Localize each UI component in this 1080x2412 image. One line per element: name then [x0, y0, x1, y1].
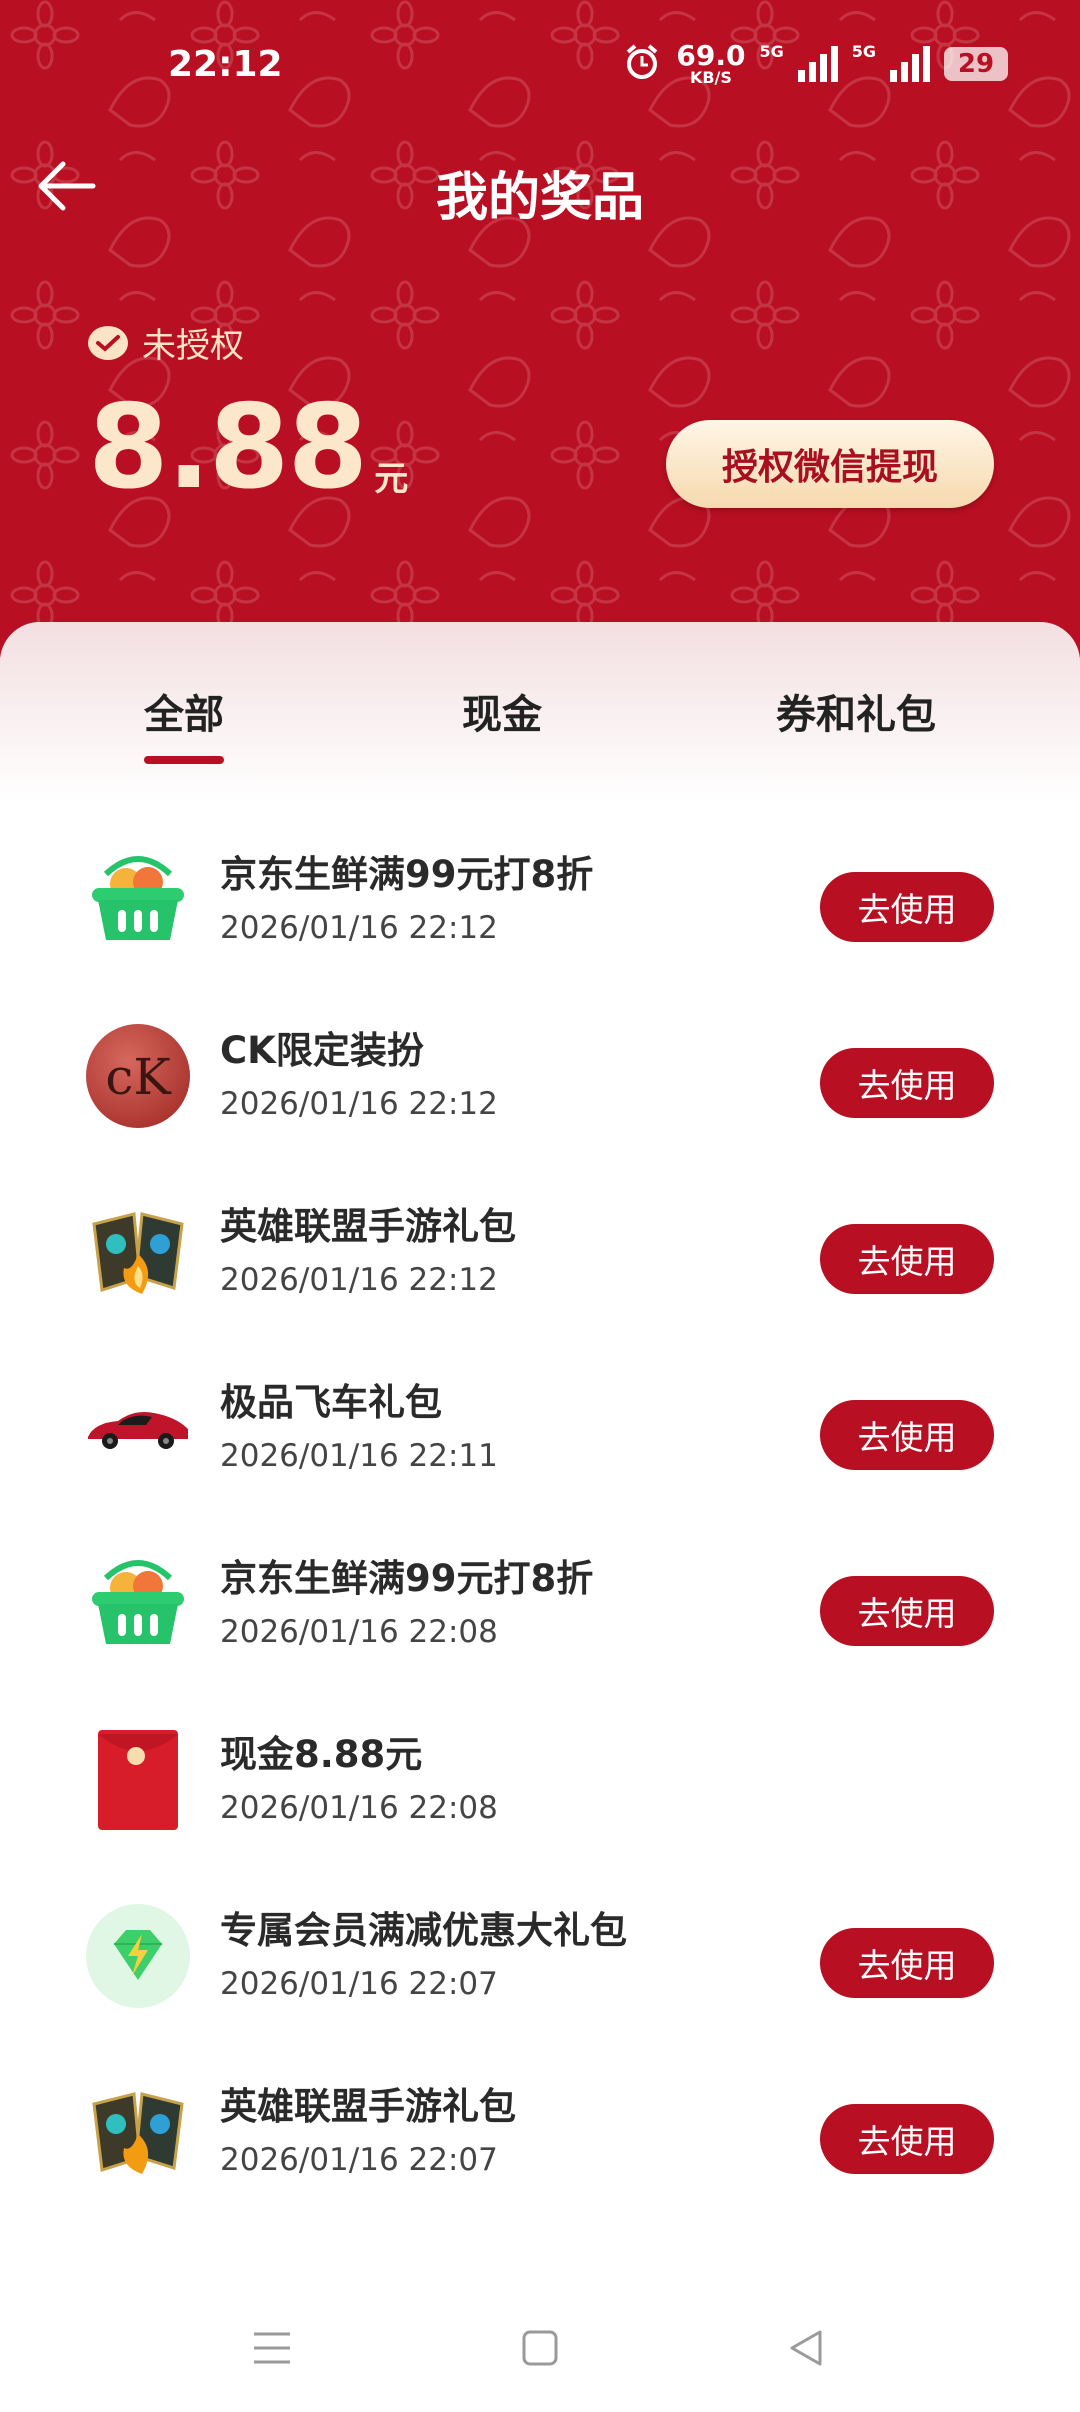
prize-date: 2026/01/16 22:07 [220, 2142, 498, 2174]
signal-bars-1-icon [797, 46, 838, 82]
page-title: 我的奖品 [435, 168, 644, 228]
prize-item: 现金8.88元 2026/01/16 22:08 [0, 1702, 1080, 1878]
tab-all[interactable]: 全部 [144, 682, 224, 764]
svg-text:cK: cK [105, 1048, 172, 1106]
prize-date: 2026/01/16 22:12 [220, 910, 498, 946]
use-button[interactable]: 去使用 [820, 1400, 994, 1470]
basket-icon [86, 848, 190, 952]
status-bar: 22:12 69.0 KB/S 5G 5G 29 [0, 0, 1080, 130]
signal-bars-2-icon [890, 46, 930, 82]
red-envelope-icon [86, 1728, 190, 1832]
prize-item: cK CK限定装扮 2026/01/16 22:12 去使用 [0, 998, 1080, 1174]
prize-item: 京东生鲜满99元打8折 2026/01/16 22:08 去使用 [0, 1526, 1080, 1702]
game-cards-icon [86, 2080, 190, 2174]
net-speed: 69.0 KB/S [676, 39, 746, 87]
prize-name: 现金8.88元 [220, 1733, 423, 1776]
use-button[interactable]: 去使用 [820, 872, 994, 942]
prize-item: 英雄联盟手游礼包 2026/01/16 22:07 去使用 [0, 2054, 1080, 2174]
wechat-icon [88, 325, 128, 360]
menu-button[interactable] [232, 2308, 312, 2388]
prize-item: 京东生鲜满99元打8折 2026/01/16 22:12 去使用 [0, 822, 1080, 998]
auth-status: 未授权 [86, 318, 244, 367]
diamond-icon [86, 1904, 190, 2008]
tab-cash[interactable]: 现金 [462, 682, 542, 740]
use-button[interactable]: 去使用 [820, 2104, 994, 2174]
use-button[interactable]: 去使用 [820, 1224, 994, 1294]
alarm-icon [622, 42, 662, 86]
home-button[interactable] [500, 2308, 580, 2388]
status-icons: 69.0 KB/S 5G 5G 29 [622, 42, 1008, 86]
prize-date: 2026/01/16 22:08 [220, 1790, 498, 1826]
prize-name: 英雄联盟手游礼包 [220, 1205, 516, 1248]
prize-card: 全部 现金 券和礼包 京东生鲜满99元打8折 2026/01/16 22:12 … [0, 622, 1080, 2412]
back-triangle-icon [790, 2330, 822, 2366]
withdraw-wechat-button[interactable]: 授权微信提现 [666, 420, 994, 508]
prize-item: 极品飞车礼包 2026/01/16 22:11 去使用 [0, 1350, 1080, 1526]
prize-list: 京东生鲜满99元打8折 2026/01/16 22:12 去使用 cK CK限定… [0, 822, 1080, 2174]
sim2-label: 5G [851, 42, 876, 61]
system-nav-bar [0, 2280, 1080, 2412]
prize-date: 2026/01/16 22:07 [220, 1966, 498, 2002]
prize-name: CK限定装扮 [220, 1029, 424, 1072]
prize-date: 2026/01/16 22:08 [220, 1614, 498, 1650]
use-button[interactable]: 去使用 [820, 1928, 994, 1998]
ck-logo-icon: cK [86, 1024, 190, 1128]
system-back-button[interactable] [766, 2308, 846, 2388]
prize-date: 2026/01/16 22:11 [220, 1438, 498, 1474]
prize-name: 京东生鲜满99元打8折 [220, 853, 594, 896]
prize-item: 英雄联盟手游礼包 2026/01/16 22:12 去使用 [0, 1174, 1080, 1350]
prize-date: 2026/01/16 22:12 [220, 1262, 498, 1298]
use-button[interactable]: 去使用 [820, 1576, 994, 1646]
basket-icon [86, 1552, 190, 1656]
menu-icon [254, 2332, 290, 2364]
amount-value: 8.88 [88, 380, 368, 515]
amount-unit: 元 [374, 459, 409, 499]
sim1-label: 5G [759, 42, 784, 61]
auth-status-label: 未授权 [142, 326, 244, 366]
race-car-icon [86, 1376, 190, 1480]
status-time: 22:12 [168, 44, 283, 85]
battery-icon: 29 [944, 47, 1008, 81]
tab-coupons[interactable]: 券和礼包 [776, 682, 936, 740]
prize-item: 专属会员满减优惠大礼包 2026/01/16 22:07 去使用 [0, 1878, 1080, 2054]
prize-name: 英雄联盟手游礼包 [220, 2085, 516, 2128]
tab-bar: 全部 现金 券和礼包 [0, 622, 1080, 802]
header: 22:12 69.0 KB/S 5G 5G 29 我的奖品 未授权 8.88 元… [0, 0, 1080, 700]
prize-date: 2026/01/16 22:12 [220, 1086, 498, 1122]
use-button[interactable]: 去使用 [820, 1048, 994, 1118]
prize-amount: 8.88 元 [88, 390, 408, 506]
prize-name: 京东生鲜满99元打8折 [220, 1557, 594, 1600]
prize-name: 专属会员满减优惠大礼包 [220, 1909, 627, 1952]
home-icon [522, 2330, 558, 2366]
game-cards-icon [86, 1200, 190, 1304]
prize-name: 极品飞车礼包 [220, 1381, 442, 1424]
